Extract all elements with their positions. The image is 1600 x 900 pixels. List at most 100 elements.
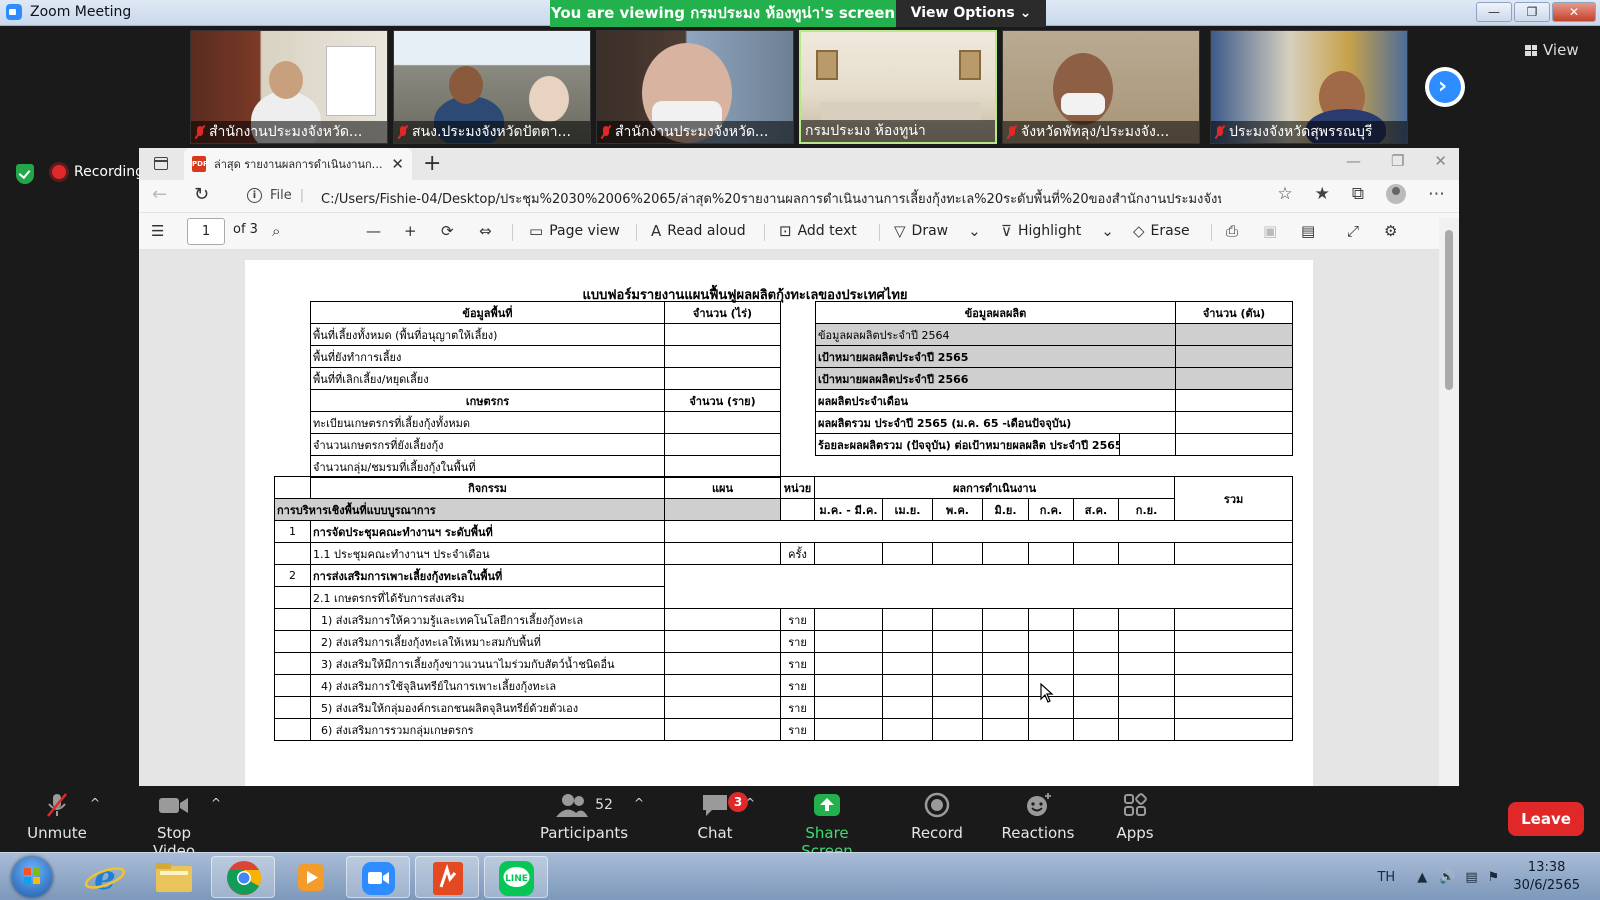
read-aloud-button[interactable]: A͏ Read aloud [651,222,746,240]
pdf-scrollbar[interactable] [1439,218,1459,786]
draw-button[interactable]: ▽ Draw ⌄ [894,222,981,240]
minimize-button[interactable]: — [1476,2,1512,22]
unit-cell: ราย [780,674,815,697]
input-cell[interactable] [1118,433,1177,456]
input-cell[interactable] [664,411,781,434]
file-explorer-icon[interactable] [142,856,206,898]
view-button[interactable]: View [1525,41,1579,59]
next-page-arrow-button[interactable]: › [1425,67,1465,107]
record-button[interactable]: Record [907,792,967,842]
refresh-icon[interactable]: ↻ [194,184,209,205]
fit-page-icon[interactable]: ⇔ [479,222,492,240]
internet-explorer-icon[interactable]: e [73,856,137,898]
new-tab-icon[interactable]: + [423,151,441,176]
input-cell[interactable] [1175,411,1294,434]
browser-tab[interactable]: PDF ล่าสุด รายงานผลการดำเนินงานการเลี้ยง… [184,148,412,180]
view-options-button[interactable]: View Options ⌄ [896,0,1046,27]
video-tile[interactable]: สนง.ประมงจังหวัดปัตตา... [393,30,591,144]
video-tile[interactable]: สำนักงานประมงจังหวัด... [190,30,388,144]
input-cell[interactable] [664,608,781,631]
input-cell[interactable] [664,345,781,368]
profile-avatar-icon[interactable] [1386,184,1406,204]
input-cell[interactable] [1175,433,1294,456]
video-tile-active-speaker[interactable]: กรมประมง ห้องทูน่า [799,30,997,144]
input-cell[interactable] [664,696,781,719]
participants-button[interactable]: 52 Participants [537,792,631,842]
zoom-app-icon[interactable] [346,856,410,898]
background-poster [326,46,376,116]
line-app-icon[interactable]: LINE [484,856,548,898]
leave-button[interactable]: Leave [1508,802,1584,836]
settings-gear-icon[interactable]: ⚙ [1384,222,1397,240]
encryption-shield-icon[interactable] [16,164,34,184]
print-icon[interactable]: ⎙ [1226,222,1238,240]
input-cell[interactable] [1175,323,1294,346]
unmute-button[interactable]: Unmute [22,792,92,842]
stop-video-button[interactable]: Stop Video [134,792,214,860]
apps-button[interactable]: Apps [1110,792,1160,842]
zoom-out-icon[interactable]: — [366,222,381,240]
add-text-button[interactable]: ⊡ Add text [779,222,857,240]
browser-minimize-button[interactable]: — [1346,152,1361,170]
tab-actions-icon[interactable] [154,157,168,170]
url-field[interactable]: C:/Users/Fishie-04/Desktop/ประชุม%2030%2… [321,188,1221,209]
contents-list-icon[interactable]: ☰ [151,222,164,240]
production-table: ข้อมูลผลผลิต จำนวน (ตัน) ข้อมูลผลผลิตประจ… [814,301,1294,456]
chrome-icon[interactable] [211,856,275,898]
video-tile[interactable]: จังหวัดพัทลุง/ประมงจัง... [1002,30,1200,144]
page-view-button[interactable]: ▭ Page view [529,222,620,240]
participants-caret-icon[interactable]: ^ [634,796,644,810]
input-cell[interactable] [664,630,781,653]
input-cell[interactable] [664,718,781,741]
browser-restore-button[interactable]: ❐ [1391,152,1404,170]
audio-options-caret-icon[interactable]: ^ [90,796,100,810]
more-menu-icon[interactable]: ⋯ [1428,184,1445,204]
input-cell[interactable] [664,433,781,456]
back-arrow-icon[interactable]: ← [152,184,167,205]
scrollbar-thumb[interactable] [1445,230,1453,390]
add-favorite-icon[interactable]: ☆ [1277,184,1292,204]
network-icon[interactable]: ▤ [1465,870,1477,885]
close-button[interactable]: ✕ [1552,2,1596,22]
show-hidden-icons-icon[interactable]: ▲ [1417,870,1427,885]
share-screen-button[interactable]: Share Screen [781,792,873,860]
favorites-icon[interactable]: ★ [1315,184,1330,204]
input-cell[interactable] [664,323,781,346]
fullscreen-icon[interactable]: ⤢ [1347,222,1359,240]
media-player-icon[interactable] [280,856,344,898]
rotate-icon[interactable]: ⟳ [441,222,454,240]
save-icon[interactable]: ▣ [1263,222,1277,240]
page-number-input[interactable]: 1 [187,218,225,245]
reactions-button[interactable]: Reactions [1000,792,1076,842]
highlight-button[interactable]: ⊽ Highlight ⌄ [1001,222,1114,240]
video-tile[interactable]: ประมงจังหวัดสุพรรณบุรี [1210,30,1408,144]
collections-icon[interactable]: ⧉ [1352,184,1364,204]
input-cell[interactable] [664,674,781,697]
pdf-reader-icon[interactable] [415,856,479,898]
input-cell[interactable] [1175,345,1294,368]
zoom-in-icon[interactable]: + [404,222,417,240]
save-as-icon[interactable]: ▤ [1301,222,1315,240]
video-options-caret-icon[interactable]: ^ [211,796,221,810]
search-icon[interactable]: ⌕ [272,222,280,240]
input-cell[interactable] [664,542,781,565]
video-tile[interactable]: สำนักงานประมงจังหวัด... [596,30,794,144]
browser-close-button[interactable]: ✕ [1434,152,1447,170]
input-cell[interactable] [664,367,781,390]
farmer-header: เกษตรกร [310,389,665,412]
volume-icon[interactable]: 🔊 [1439,870,1455,885]
blank-cell [663,564,1294,609]
input-cell[interactable] [664,455,781,478]
sub-item-label: 2) ส่งเสริมการเลี้ยงกุ้งทะเลให้เหมาะสมกั… [310,630,665,653]
input-cell[interactable] [664,652,781,675]
maximize-button[interactable]: ❐ [1514,2,1550,22]
site-info[interactable]: i File | [247,188,304,203]
clock[interactable]: 13:38 30/6/2565 [1513,859,1580,895]
input-cell[interactable] [1175,389,1294,412]
windows-start-icon[interactable] [12,857,52,897]
erase-button[interactable]: ◇ Erase [1133,222,1190,240]
language-indicator[interactable]: TH [1377,870,1395,885]
input-cell[interactable] [1175,367,1294,390]
action-center-flag-icon[interactable]: ⚑ [1488,870,1500,885]
close-tab-icon[interactable]: ✕ [391,155,404,173]
